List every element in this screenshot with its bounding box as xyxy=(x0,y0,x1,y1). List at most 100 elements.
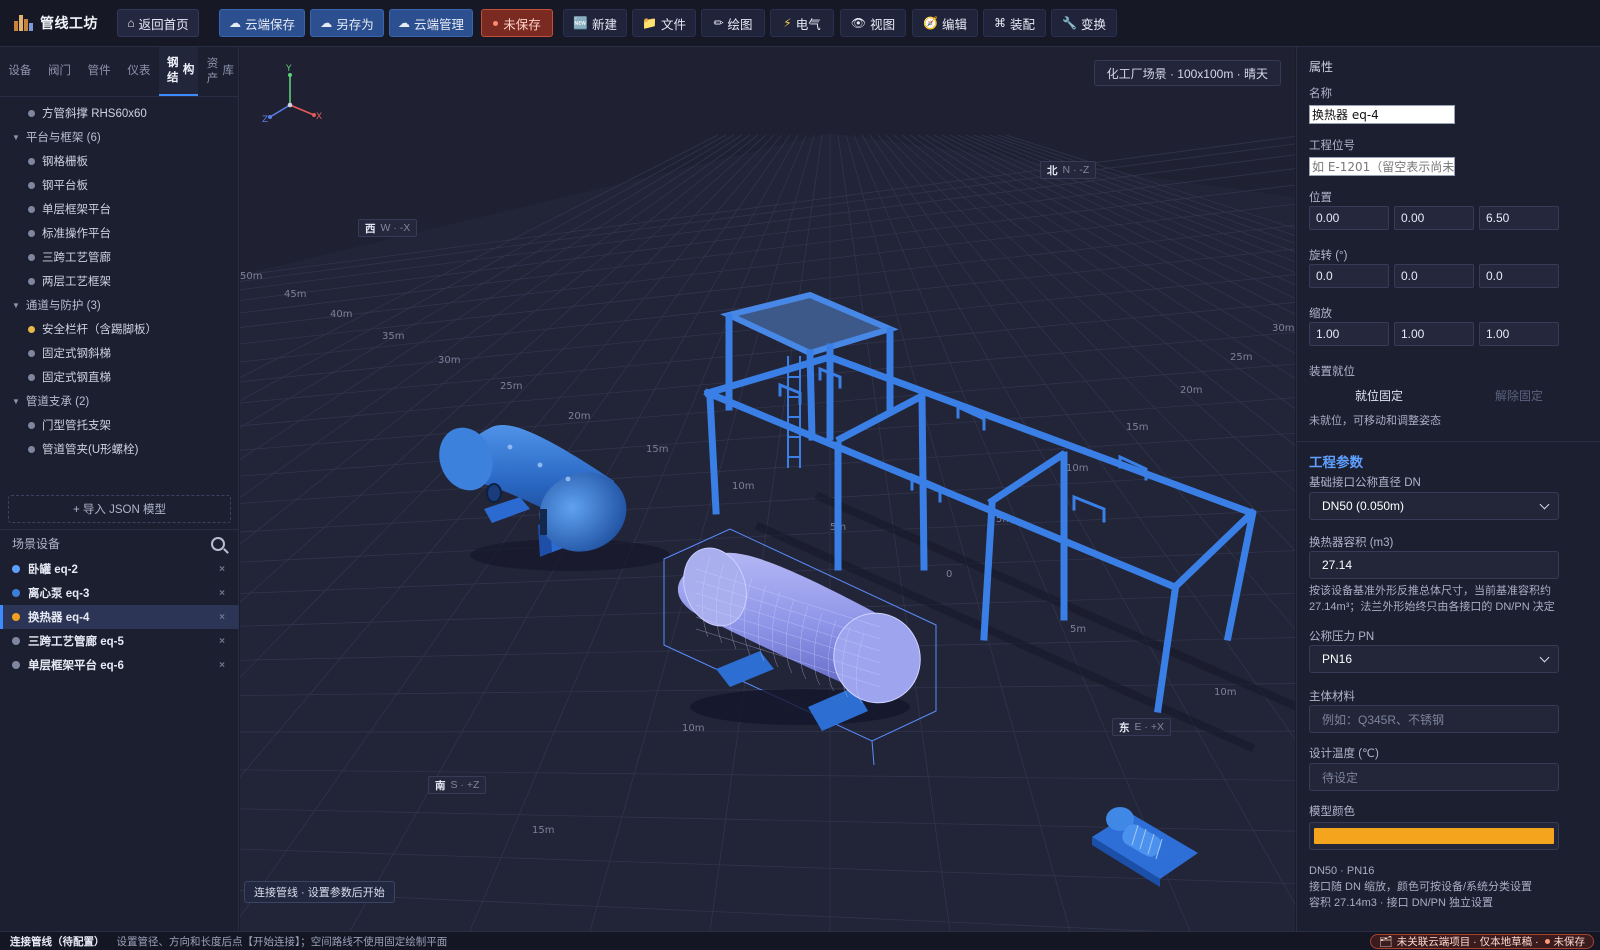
distance-label: 35m xyxy=(382,331,404,342)
tree-item[interactable]: 安全栏杆（含踢脚板） xyxy=(0,317,238,341)
tree-item[interactable]: 钢平台板 xyxy=(0,173,238,197)
tree-item[interactable]: 方管斜撑 RHS60x60 xyxy=(0,101,238,125)
tab-asset-library[interactable]: 资产库 xyxy=(198,47,238,96)
scene-equipment-title: 场景设备 xyxy=(12,537,61,551)
volume-label: 换热器容积 (m3) xyxy=(1309,537,1394,549)
properties-title: 属性 xyxy=(1309,60,1334,74)
volume-input[interactable]: 27.14 xyxy=(1309,551,1559,579)
tab-fittings[interactable]: 管件 xyxy=(79,47,119,96)
distance-label: 20m xyxy=(568,411,590,422)
tree-item[interactable]: 三跨工艺管廊 xyxy=(0,245,238,269)
left-sidebar: 设备 阀门 管件 仪表 钢结构 资产库 方管斜撑 RHS60x60 ▼ 平台与框架… xyxy=(0,47,239,931)
mount-buttons: 就位固定 解除固定 xyxy=(1309,387,1589,404)
tree-item[interactable]: 单层框架平台 xyxy=(0,197,238,221)
material-input[interactable]: 例如：Q345R、不锈钢 xyxy=(1309,705,1559,733)
tree-item[interactable]: 固定式钢直梯 xyxy=(0,365,238,389)
search-icon[interactable] xyxy=(211,536,225,551)
app-title: 管线工坊 xyxy=(40,15,98,31)
scene-item[interactable]: 离心泵 eq-3 × xyxy=(0,581,239,605)
assembly-menu[interactable]: ⌘ 装配 xyxy=(983,9,1046,37)
cloud-manage-button[interactable]: ☁ 云端管理 xyxy=(389,9,473,37)
tree-group-access[interactable]: ▼ 通道与防护 (3) xyxy=(0,293,238,317)
tree-group-pipe-support[interactable]: ▼ 管道支承 (2) xyxy=(0,389,238,413)
axis-x-label: X xyxy=(316,112,322,122)
axis-y-label: Y xyxy=(285,64,292,74)
import-json-button[interactable]: + 导入 JSON 模型 xyxy=(8,495,231,523)
position-x-input[interactable]: 0.00 xyxy=(1309,206,1389,230)
tree-item[interactable]: 门型管托支架 xyxy=(0,413,238,437)
scene-canvas[interactable]: 50m 45m 40m 35m 30m 25m 20m 15m 10m 5m 0… xyxy=(240,47,1295,931)
close-icon[interactable]: × xyxy=(219,660,225,671)
tab-instruments[interactable]: 仪表 xyxy=(119,47,159,96)
scene-equipment-header: 场景设备 xyxy=(0,529,239,557)
position-y-input[interactable]: 0.00 xyxy=(1394,206,1474,230)
scale-y-input[interactable]: 1.00 xyxy=(1394,322,1474,346)
project-status-badge[interactable]: 🗂 未关联云端项目 · 仅本地草稿 · 未保存 xyxy=(1370,934,1594,949)
tree-item[interactable]: 管道管夹(U形螺栓) xyxy=(0,437,238,461)
tab-valves[interactable]: 阀门 xyxy=(40,47,80,96)
scale-z-input[interactable]: 1.00 xyxy=(1479,322,1559,346)
pn-label: 公称压力 PN xyxy=(1309,631,1375,643)
status-message: 设置管径、方向和长度后点【开始连接】；空间路线不使用固定绘制平面 xyxy=(116,935,448,948)
rotation-y-input[interactable]: 0.0 xyxy=(1394,264,1474,288)
scene-item-active[interactable]: 换热器 eq-4 × xyxy=(0,605,239,629)
distance-label: 45m xyxy=(284,289,306,300)
material-label: 主体材料 xyxy=(1309,691,1355,703)
model-color-picker[interactable] xyxy=(1309,822,1559,850)
tab-equipment[interactable]: 设备 xyxy=(0,47,40,96)
tag-input[interactable]: 如 E-1201（留空表示尚未 xyxy=(1309,157,1455,176)
scale-x-input[interactable]: 1.00 xyxy=(1309,322,1389,346)
scene-item[interactable]: 单层框架平台 eq-6 × xyxy=(0,653,239,677)
axis-gizmo[interactable]: Y X Z xyxy=(262,64,322,125)
transform-menu[interactable]: 🔧 变换 xyxy=(1051,9,1117,37)
distance-label: 50m xyxy=(240,271,262,282)
lock-in-place-button[interactable]: 就位固定 xyxy=(1309,387,1449,404)
file-menu[interactable]: 📁 文件 xyxy=(632,9,696,37)
name-input[interactable]: 换热器 eq-4 xyxy=(1309,105,1455,124)
close-icon[interactable]: × xyxy=(219,636,225,647)
axis-z-label: Z xyxy=(262,115,268,125)
tree-item[interactable]: 两层工艺框架 xyxy=(0,269,238,293)
scene-info-badge: 化工厂场景 · 100x100m · 晴天 xyxy=(1093,60,1281,86)
caret-down-icon: ▼ xyxy=(12,396,20,406)
engineering-title: 工程参数 xyxy=(1309,455,1363,470)
temperature-input[interactable]: 待设定 xyxy=(1309,763,1559,791)
3d-viewport[interactable]: 50m 45m 40m 35m 30m 25m 20m 15m 10m 5m 0… xyxy=(240,47,1295,931)
home-button[interactable]: ⌂ 返回首页 xyxy=(117,9,199,37)
unsaved-indicator[interactable]: 未保存 xyxy=(481,9,553,37)
close-icon[interactable]: × xyxy=(219,564,225,575)
tree-item[interactable]: 标准操作平台 xyxy=(0,221,238,245)
rotation-z-input[interactable]: 0.0 xyxy=(1479,264,1559,288)
tree-item[interactable]: 钢格栅板 xyxy=(0,149,238,173)
distance-label: 20m xyxy=(1180,385,1202,396)
cloud-icon: ☁ xyxy=(397,16,410,30)
volume-note: 按该设备基准外形反推总体尺寸，当前基准容积约 27.14m³；法兰外形始终只由各… xyxy=(1309,585,1555,613)
electric-menu[interactable]: ⚡ 电气 xyxy=(770,9,834,37)
position-z-input[interactable]: 6.50 xyxy=(1479,206,1559,230)
scene-item[interactable]: 三跨工艺管廊 eq-5 × xyxy=(0,629,239,653)
connect-pipeline-hint[interactable]: 连接管线 · 设置参数后开始 xyxy=(244,881,395,903)
close-icon[interactable]: × xyxy=(219,588,225,599)
distance-label: 40m xyxy=(330,309,352,320)
distance-label: 15m xyxy=(1126,422,1148,433)
tree-item[interactable]: 固定式钢斜梯 xyxy=(0,341,238,365)
direction-label-east: 东E · +X xyxy=(1112,718,1171,736)
direction-label-north: 北N · -Z xyxy=(1040,161,1097,179)
draw-menu[interactable]: ✏ 绘图 xyxy=(701,9,765,37)
rotation-x-input[interactable]: 0.0 xyxy=(1309,264,1389,288)
view-menu[interactable]: 👁 视图 xyxy=(840,9,906,37)
save-as-button[interactable]: ☁ 另存为 xyxy=(310,9,384,37)
pn-select[interactable]: PN16 xyxy=(1309,645,1559,673)
scene-item[interactable]: 卧罐 eq-2 × xyxy=(0,557,239,581)
tree-group-platform[interactable]: ▼ 平台与框架 (6) xyxy=(0,125,238,149)
status-bar: 连接管线（待配置） 设置管径、方向和长度后点【开始连接】；空间路线不使用固定绘制… xyxy=(0,931,1600,950)
edit-menu[interactable]: 🧭 编辑 xyxy=(912,9,978,37)
folder-icon: 📁 xyxy=(642,16,657,30)
dn-label: 基础接口公称直径 DN xyxy=(1309,477,1421,489)
tab-steel-structure[interactable]: 钢结构 xyxy=(158,47,199,96)
unlock-button[interactable]: 解除固定 xyxy=(1449,387,1589,404)
new-button[interactable]: 🆕 新建 xyxy=(563,9,627,37)
cloud-save-button[interactable]: ☁ 云端保存 xyxy=(219,9,305,37)
dn-select[interactable]: DN50 (0.050m) xyxy=(1309,492,1559,520)
close-icon[interactable]: × xyxy=(219,612,225,623)
